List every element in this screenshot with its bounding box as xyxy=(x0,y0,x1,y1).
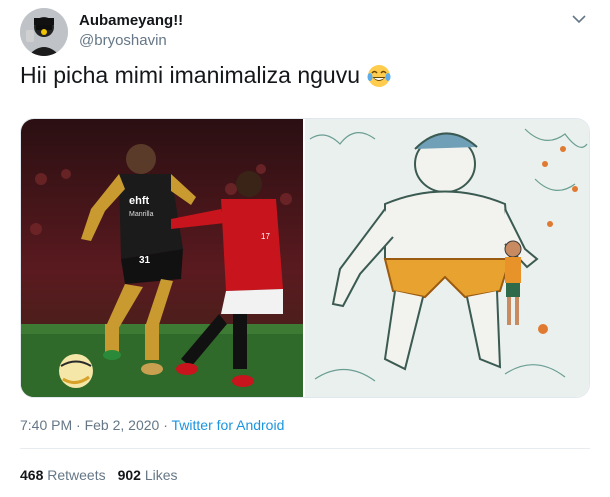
shirt-number-left: 31 xyxy=(139,255,151,266)
face-with-tears-of-joy-icon xyxy=(366,63,392,89)
football-photo[interactable]: ehft Manrilla 31 17 xyxy=(21,119,305,397)
cartoon-illustration[interactable] xyxy=(305,119,589,397)
likes-count: 902 xyxy=(117,467,141,483)
retweets-label: Retweets xyxy=(47,467,106,483)
display-name[interactable]: Aubameyang!! xyxy=(79,12,183,29)
tweet-media[interactable]: ehft Manrilla 31 17 xyxy=(20,118,590,398)
tweet-time[interactable]: 7:40 PM xyxy=(20,417,72,433)
shirt-sponsor-text: ehft xyxy=(129,195,150,207)
handle[interactable]: @bryoshavin xyxy=(79,32,167,49)
retweets-stat[interactable]: 468 Retweets xyxy=(20,467,106,483)
avatar[interactable] xyxy=(20,8,68,56)
shirt-number-right: 17 xyxy=(261,232,270,241)
likes-stat[interactable]: 902 Likes xyxy=(118,467,178,483)
tweet-source-link[interactable]: Twitter for Android xyxy=(172,417,285,433)
meta-separator: · xyxy=(76,417,81,433)
tweet-stats: 468 Retweets 902 Likes xyxy=(20,467,178,483)
tweet-text: Hii picha mimi imanimaliza nguvu xyxy=(20,62,392,89)
tweet-date[interactable]: Feb 2, 2020 xyxy=(85,417,160,433)
retweets-count: 468 xyxy=(20,467,44,483)
tweet-meta: 7:40 PM · Feb 2, 2020 · Twitter for Andr… xyxy=(20,417,284,433)
avatar-image xyxy=(20,8,68,56)
tweet-text-content: Hii picha mimi imanimaliza nguvu xyxy=(20,62,361,88)
divider xyxy=(20,448,590,449)
chevron-down-icon[interactable] xyxy=(568,8,590,30)
shirt-sponsor-subtext: Manrilla xyxy=(129,211,154,218)
meta-separator-2: · xyxy=(163,417,168,433)
likes-label: Likes xyxy=(144,467,178,483)
